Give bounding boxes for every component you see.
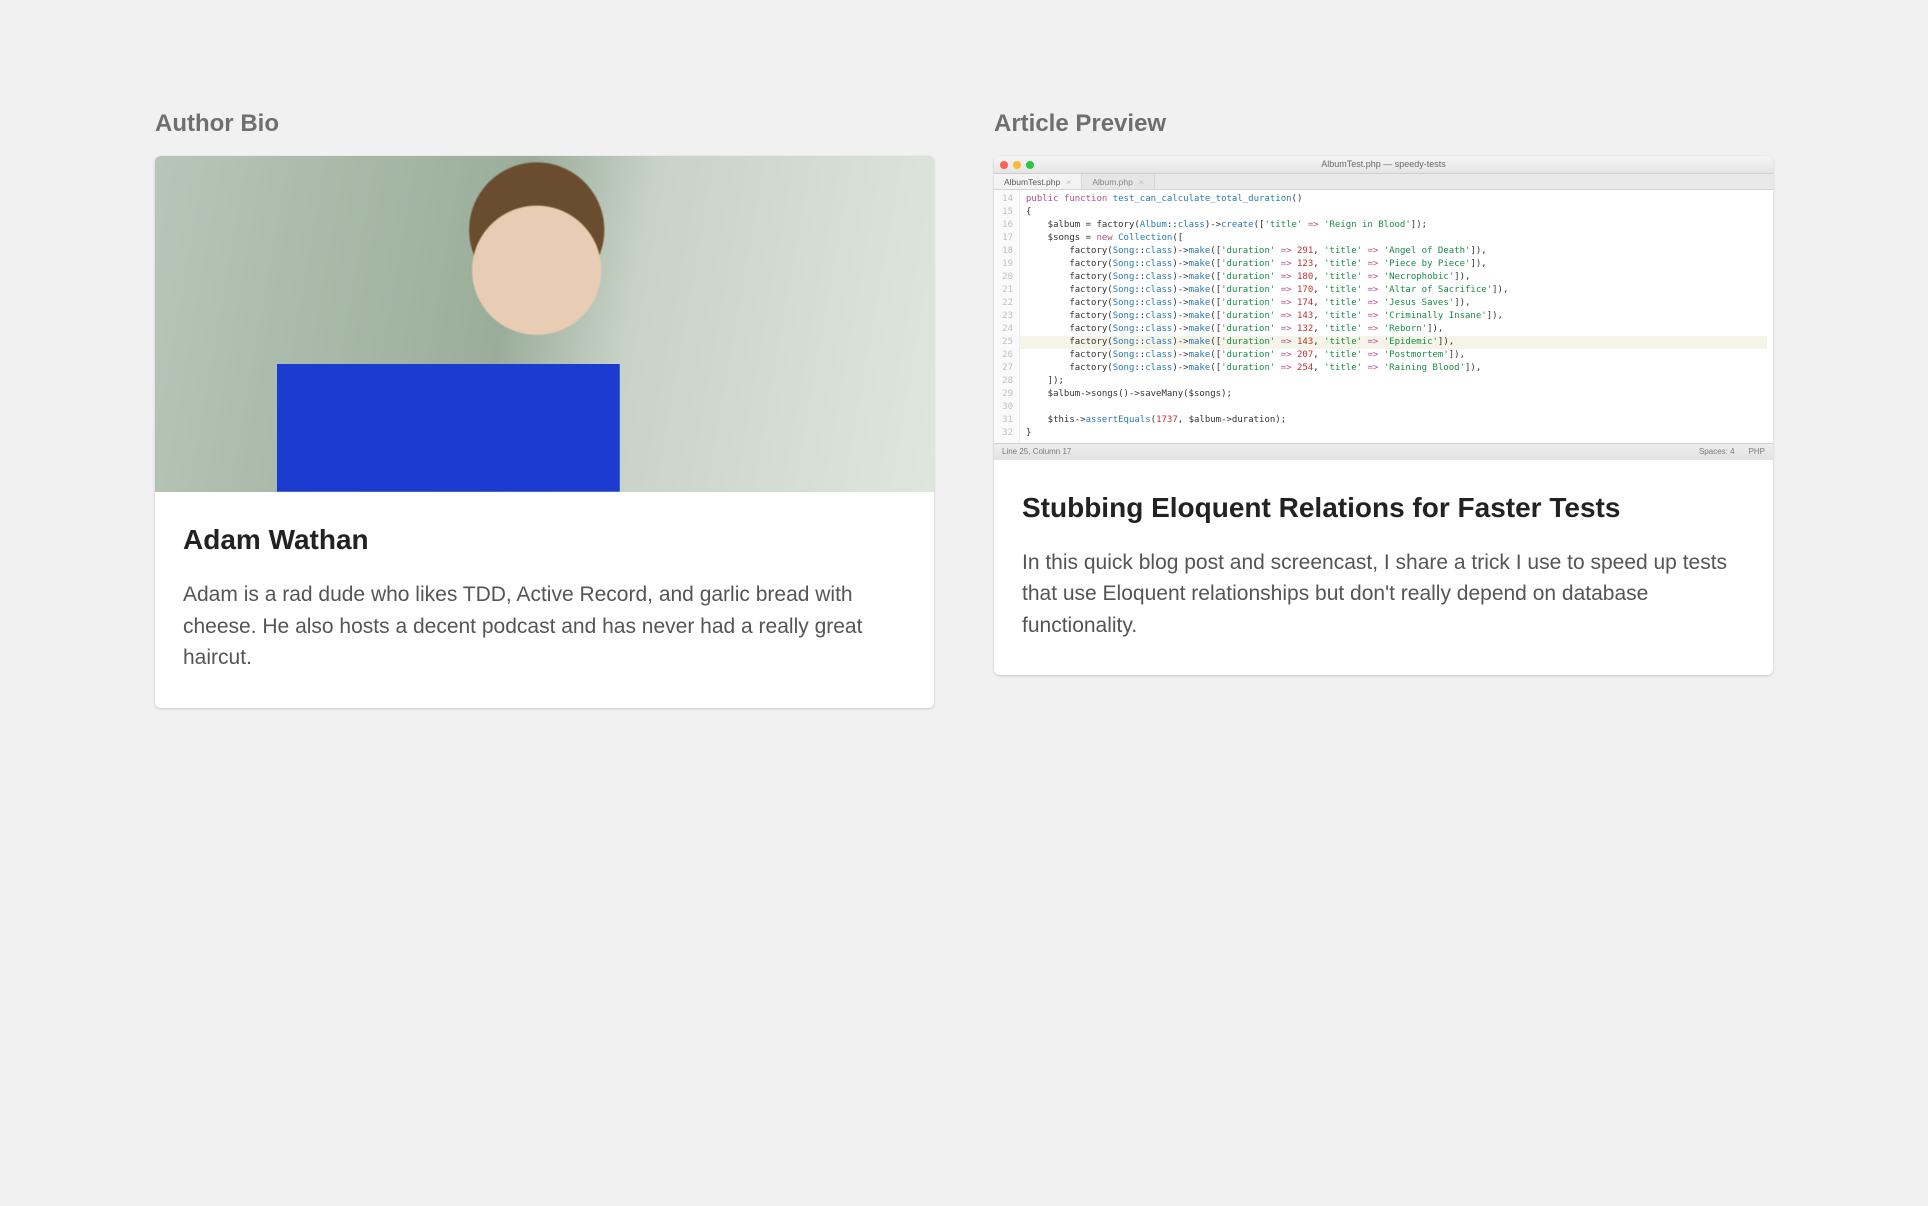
author-bio-heading: Author Bio <box>155 110 934 138</box>
editor-body: 14151617181920212223242526272829303132 p… <box>994 190 1773 443</box>
editor-status-bar: Line 25, Column 17 Spaces: 4 PHP <box>994 443 1773 460</box>
article-excerpt: In this quick blog post and screencast, … <box>1022 547 1745 642</box>
editor-gutter: 14151617181920212223242526272829303132 <box>994 190 1020 443</box>
editor-status-spaces: Spaces: 4 <box>1699 446 1735 458</box>
article-preview-column: Article Preview AlbumTest.php — speedy-t… <box>994 110 1773 675</box>
traffic-light-zoom-icon <box>1026 161 1034 169</box>
editor-tab-inactive: Album.php × <box>1082 174 1155 189</box>
author-bio-body: Adam Wathan Adam is a rad dude who likes… <box>155 492 934 708</box>
article-preview-heading: Article Preview <box>994 110 1773 138</box>
editor-tabs: AlbumTest.php × Album.php × <box>994 174 1773 190</box>
article-title: Stubbing Eloquent Relations for Faster T… <box>1022 490 1745 525</box>
traffic-light-close-icon <box>1000 161 1008 169</box>
editor-window-title: AlbumTest.php — speedy-tests <box>994 158 1773 171</box>
author-photo <box>155 156 934 492</box>
article-preview-body: Stubbing Eloquent Relations for Faster T… <box>994 460 1773 676</box>
traffic-light-minimize-icon <box>1013 161 1021 169</box>
editor-tab-inactive-label: Album.php <box>1092 176 1133 188</box>
editor-status-cursor: Line 25, Column 17 <box>1002 446 1071 458</box>
author-bio-text: Adam is a rad dude who likes TDD, Active… <box>183 579 906 674</box>
close-icon: × <box>1066 176 1071 188</box>
editor-tab-active: AlbumTest.php × <box>994 174 1082 189</box>
editor-status-lang: PHP <box>1749 446 1765 458</box>
author-name: Adam Wathan <box>183 522 906 557</box>
editor-code: public function test_can_calculate_total… <box>1020 190 1773 443</box>
article-preview-card: AlbumTest.php — speedy-tests AlbumTest.p… <box>994 156 1773 675</box>
code-editor-screenshot: AlbumTest.php — speedy-tests AlbumTest.p… <box>994 156 1773 460</box>
editor-titlebar: AlbumTest.php — speedy-tests <box>994 156 1773 174</box>
editor-tab-active-label: AlbumTest.php <box>1004 176 1060 188</box>
author-bio-card: Adam Wathan Adam is a rad dude who likes… <box>155 156 934 708</box>
author-bio-column: Author Bio Adam Wathan Adam is a rad dud… <box>155 110 934 708</box>
close-icon: × <box>1139 176 1144 188</box>
